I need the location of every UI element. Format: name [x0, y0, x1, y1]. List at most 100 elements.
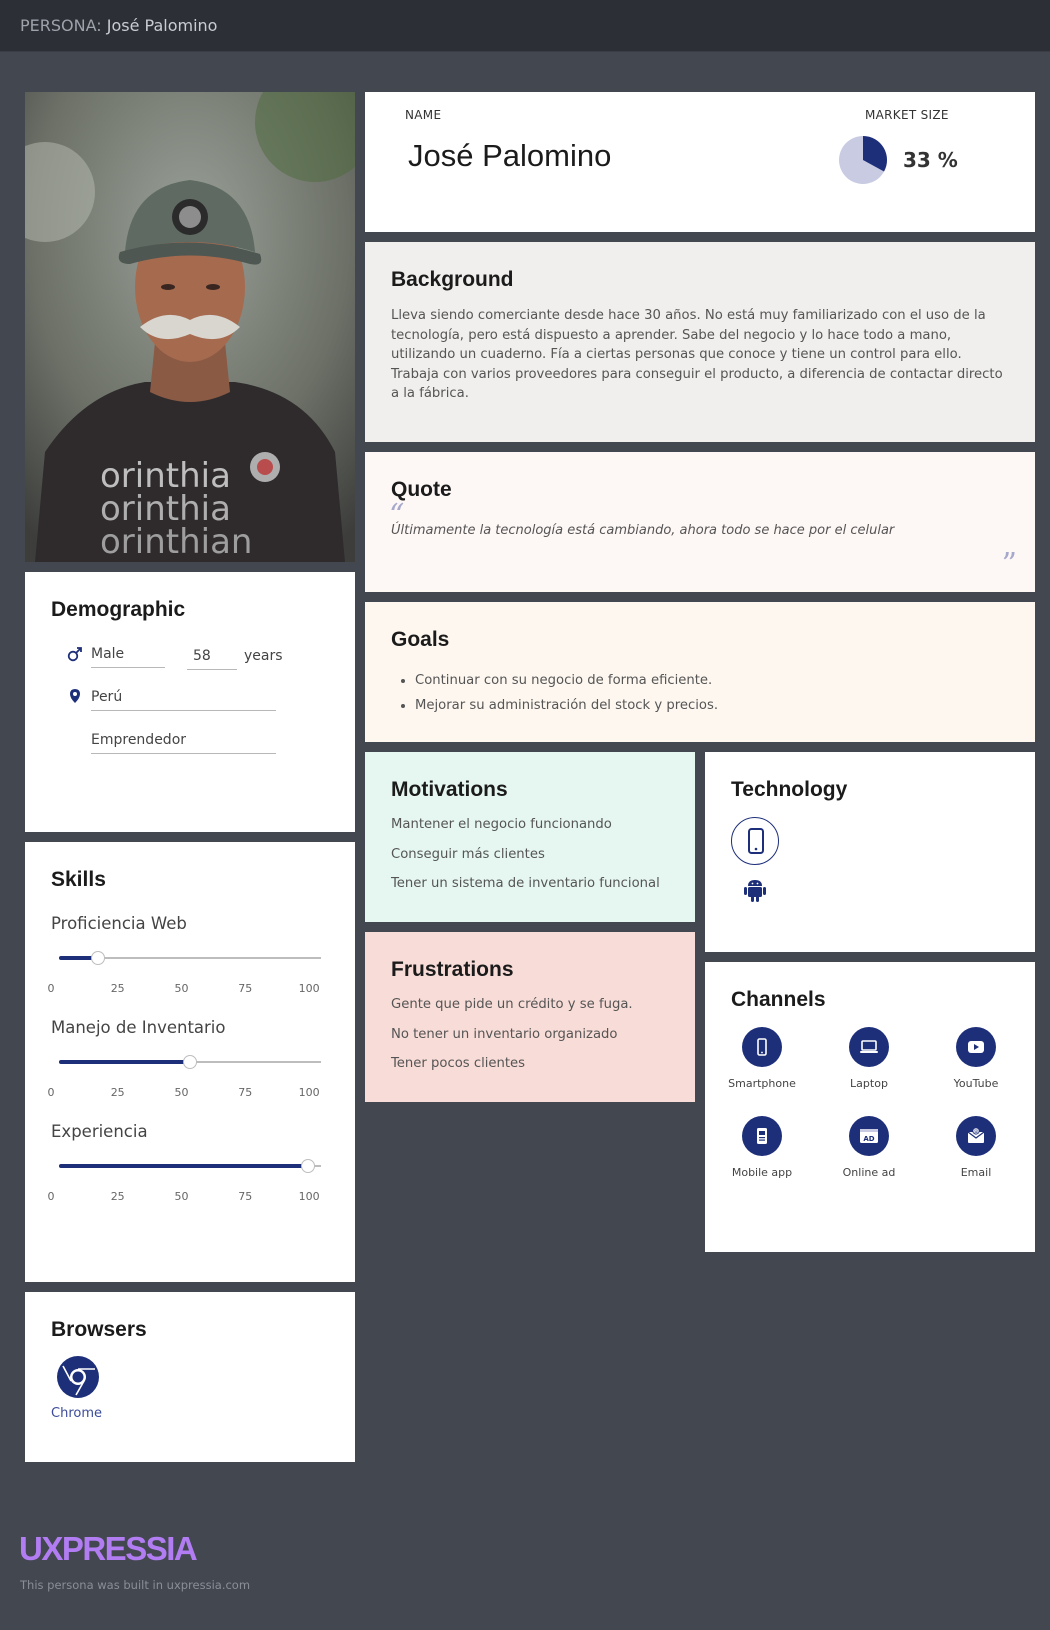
svg-text:orinthian: orinthian: [100, 522, 253, 562]
tick-label: 50: [174, 1086, 189, 1099]
country-field[interactable]: Perú: [91, 689, 276, 711]
browsers-card: Browsers Chrome: [25, 1292, 355, 1462]
channel-label: Laptop: [850, 1077, 888, 1090]
uxpressia-logo[interactable]: UXPRESSIA: [19, 1530, 198, 1568]
channel-label: YouTube: [953, 1077, 999, 1090]
frustrations-card: Frustrations Gente que pide un crédito y…: [365, 932, 695, 1102]
demographic-card: Demographic Male 58 years Perú Emprended…: [25, 572, 355, 832]
skill-slider[interactable]: [59, 951, 321, 965]
goal-item: Continuar con su negocio de forma eficie…: [415, 668, 718, 693]
tick-label: 25: [110, 982, 125, 995]
frustrations-list: Gente que pide un crédito y se fuga. No …: [391, 997, 633, 1086]
name-card: NAME José Palomino MARKET SIZE 33 %: [365, 92, 1035, 232]
skill-slider-fill: [59, 1164, 308, 1168]
skill-slider[interactable]: [59, 1055, 321, 1069]
age-field[interactable]: 58: [187, 648, 237, 670]
persona-label: PERSONA:: [20, 16, 102, 35]
skills-title: Skills: [51, 868, 106, 891]
skill-slider-knob[interactable]: [91, 951, 106, 965]
frustration-item: Gente que pide un crédito y se fuga.: [391, 997, 633, 1012]
browser-label: Chrome: [51, 1406, 102, 1421]
persona-photo: orinthia orinthia orinthian: [25, 92, 355, 562]
channels-card: Channels Smartphone Laptop YouTube Mobil…: [705, 962, 1035, 1252]
channel-label: Online ad: [842, 1166, 896, 1179]
persona-name: José Palomino: [106, 16, 218, 35]
location-pin-icon: [68, 688, 82, 708]
frustration-item: Tener pocos clientes: [391, 1056, 526, 1071]
tick-label: 50: [174, 1190, 189, 1203]
channel-youtube: YouTube: [926, 1027, 1026, 1090]
persona-photo-illustration: orinthia orinthia orinthian: [25, 92, 355, 562]
laptop-icon: [849, 1027, 889, 1067]
online-ad-icon: AD: [849, 1116, 889, 1156]
svg-text:@: @: [974, 1129, 979, 1135]
technology-card: Technology: [705, 752, 1035, 952]
motivation-item: Tener un sistema de inventario funcional: [391, 876, 660, 891]
smartphone-icon: [742, 1027, 782, 1067]
demographic-title: Demographic: [51, 598, 186, 621]
mobile-app-icon: [742, 1116, 782, 1156]
email-icon: @: [956, 1116, 996, 1156]
svg-text:AD: AD: [863, 1135, 874, 1143]
background-text: Lleva siendo comerciante desde hace 30 a…: [391, 308, 1003, 401]
quote-card: Quote “ Últimamente la tecnología está c…: [365, 452, 1035, 592]
technology-title: Technology: [731, 778, 848, 801]
tick-label: 75: [238, 1086, 253, 1099]
goals-card: Goals Continuar con su negocio de forma …: [365, 602, 1035, 742]
channel-label: Mobile app: [731, 1166, 793, 1179]
goals-list: Continuar con su negocio de forma eficie…: [415, 668, 718, 718]
footer-note: This persona was built in uxpressia.com: [20, 1578, 251, 1592]
browsers-title: Browsers: [51, 1318, 147, 1341]
name-label: NAME: [405, 108, 442, 122]
tick-label: 75: [238, 982, 253, 995]
channel-label: Smartphone: [728, 1077, 796, 1090]
skill-slider-knob[interactable]: [183, 1055, 197, 1069]
channel-label: Email: [960, 1166, 992, 1179]
skills-card: Skills Proficiencia Web 0 25 50 75 100 M…: [25, 842, 355, 1282]
channel-laptop: Laptop: [819, 1027, 919, 1090]
chrome-icon: [57, 1356, 99, 1398]
goals-title: Goals: [391, 628, 450, 651]
market-size-value: 33 %: [903, 148, 958, 172]
tick-label: 50: [174, 982, 189, 995]
background-card: Background Lleva siendo comerciante desd…: [365, 242, 1035, 442]
top-bar: PERSONA: José Palomino: [0, 0, 1050, 52]
channel-smartphone: Smartphone: [712, 1027, 812, 1090]
skill-slider-knob[interactable]: [300, 1159, 315, 1173]
market-size-pie: [839, 136, 887, 184]
skill-label: Manejo de Inventario: [51, 1018, 226, 1037]
tick-label: 25: [110, 1190, 125, 1203]
frustrations-title: Frustrations: [391, 958, 514, 981]
youtube-icon: [956, 1027, 996, 1067]
tick-label: 0: [47, 1190, 55, 1203]
motivations-title: Motivations: [391, 778, 508, 801]
channel-email: @ Email: [926, 1116, 1026, 1179]
quote-text: Últimamente la tecnología está cambiando…: [391, 523, 895, 538]
tick-label: 100: [298, 982, 320, 995]
tick-label: 0: [47, 1086, 55, 1099]
tick-label: 25: [110, 1086, 125, 1099]
occupation-field[interactable]: Emprendedor: [91, 732, 276, 754]
channels-title: Channels: [731, 988, 826, 1011]
channel-online-ad: AD Online ad: [819, 1116, 919, 1179]
tick-label: 75: [238, 1190, 253, 1203]
motivations-card: Motivations Mantener el negocio funciona…: [365, 752, 695, 922]
goal-item: Mejorar su administración del stock y pr…: [415, 693, 718, 718]
tick-label: 0: [47, 982, 55, 995]
persona-full-name: José Palomino: [408, 138, 612, 173]
age-unit: years: [244, 648, 283, 664]
smartphone-icon: [731, 817, 779, 865]
skill-label: Proficiencia Web: [51, 914, 187, 933]
skill-slider-fill: [59, 1060, 190, 1064]
tick-label: 100: [298, 1086, 320, 1099]
persona-title: PERSONA: José Palomino: [20, 16, 217, 35]
close-quote-icon: ”: [1001, 547, 1017, 582]
android-icon: [743, 877, 767, 907]
market-size-label: MARKET SIZE: [865, 108, 949, 122]
skill-slider[interactable]: [59, 1159, 321, 1173]
gender-field[interactable]: Male: [91, 646, 165, 668]
background-title: Background: [391, 268, 514, 291]
frustration-item: No tener un inventario organizado: [391, 1026, 618, 1042]
tick-label: 100: [298, 1190, 320, 1203]
motivation-item: Conseguir más clientes: [391, 846, 545, 862]
